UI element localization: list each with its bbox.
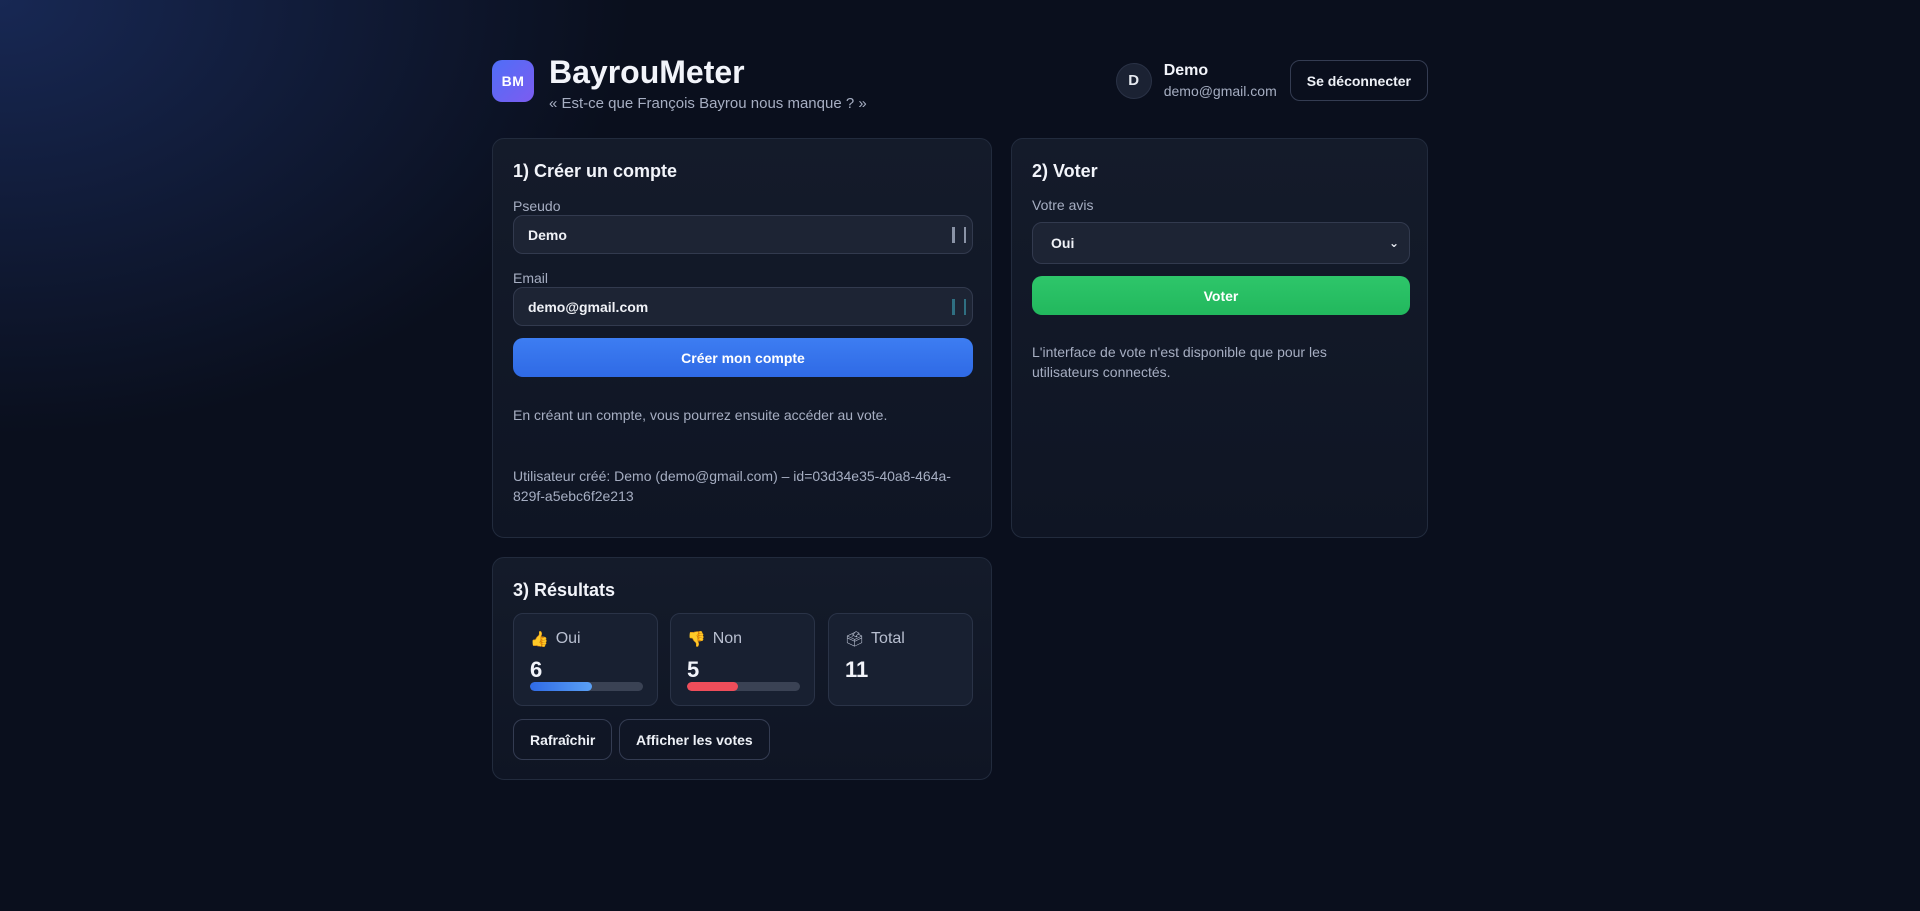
create-account-button[interactable]: Créer mon compte <box>513 338 973 377</box>
yes-stat-label: Oui <box>555 630 581 647</box>
thumbs-down-icon: 👎 <box>687 631 706 648</box>
vote-title: 2) Voter <box>1032 161 1098 181</box>
yes-progress-bar <box>530 682 643 691</box>
vote-button[interactable]: Voter <box>1032 276 1410 315</box>
pseudo-label: Pseudo <box>513 198 561 214</box>
chevron-down-icon: ⌄ <box>1388 236 1399 250</box>
password-manager-icon[interactable] <box>952 227 966 243</box>
opinion-select[interactable]: Oui ⌄ <box>1032 222 1410 264</box>
yes-stat-card: 👍 Oui 6 <box>513 613 658 706</box>
user-email: demo@gmail.com <box>1163 83 1277 99</box>
total-stat-label: Total <box>871 630 905 647</box>
create-account-status: Utilisateur créé: Demo (demo@gmail.com) … <box>513 468 951 504</box>
user-name: Demo <box>1163 62 1209 79</box>
yes-stat-value: 6 <box>530 657 543 682</box>
ballot-box-icon: 🗳 <box>845 631 865 648</box>
results-card: 3) Résultats 👍 Oui 6 👎 Non 5 🗳 Total 11 … <box>492 557 992 780</box>
email-field[interactable]: demo@gmail.com <box>513 287 973 326</box>
no-stat-header: 👎 Non <box>687 630 742 648</box>
app-header: BM BayrouMeter « Est-ce que François Bay… <box>492 0 1428 138</box>
pseudo-input-value: Demo <box>528 226 567 243</box>
email-label: Email <box>513 270 549 286</box>
app-title: BayrouMeter <box>549 54 745 90</box>
opinion-selected-value: Oui <box>1051 235 1075 251</box>
yes-stat-header: 👍 Oui <box>530 630 581 648</box>
app-container: BM BayrouMeter « Est-ce que François Bay… <box>492 0 1428 780</box>
app-subtitle: « Est-ce que François Bayrou nous manque… <box>549 95 867 112</box>
app-logo: BM <box>492 60 534 102</box>
logout-button[interactable]: Se déconnecter <box>1289 60 1428 101</box>
opinion-label: Votre avis <box>1032 197 1094 213</box>
refresh-button[interactable]: Rafraîchir <box>513 719 613 760</box>
vote-card: 2) Voter Votre avis Oui ⌄ Voter L'interf… <box>1011 138 1428 538</box>
no-progress-fill <box>687 682 739 691</box>
password-manager-icon[interactable] <box>952 299 966 315</box>
no-stat-value: 5 <box>687 657 700 682</box>
no-stat-label: Non <box>712 630 743 647</box>
results-title: 3) Résultats <box>513 580 616 600</box>
vote-info-text: L'interface de vote n'est disponible que… <box>1032 344 1327 380</box>
total-stat-header: 🗳 Total <box>845 630 905 648</box>
user-info: Demo demo@gmail.com <box>1164 62 1277 99</box>
show-votes-button[interactable]: Afficher les votes <box>619 719 770 760</box>
no-progress-bar <box>687 682 800 691</box>
pseudo-input[interactable]: Demo <box>513 215 973 254</box>
email-field-value: demo@gmail.com <box>528 298 649 315</box>
yes-progress-fill <box>530 682 592 691</box>
create-account-title: 1) Créer un compte <box>513 161 678 181</box>
thumbs-up-icon: 👍 <box>530 631 549 648</box>
user-panel: D Demo demo@gmail.com Se déconnecter <box>1115 60 1428 101</box>
no-stat-card: 👎 Non 5 <box>670 613 815 706</box>
create-account-card: 1) Créer un compte Pseudo Demo Email dem… <box>492 138 992 538</box>
total-stat-card: 🗳 Total 11 <box>828 613 973 706</box>
total-stat-value: 11 <box>845 657 869 682</box>
avatar: D <box>1115 62 1152 99</box>
create-account-help-text: En créant un compte, vous pourrez ensuit… <box>513 407 888 423</box>
